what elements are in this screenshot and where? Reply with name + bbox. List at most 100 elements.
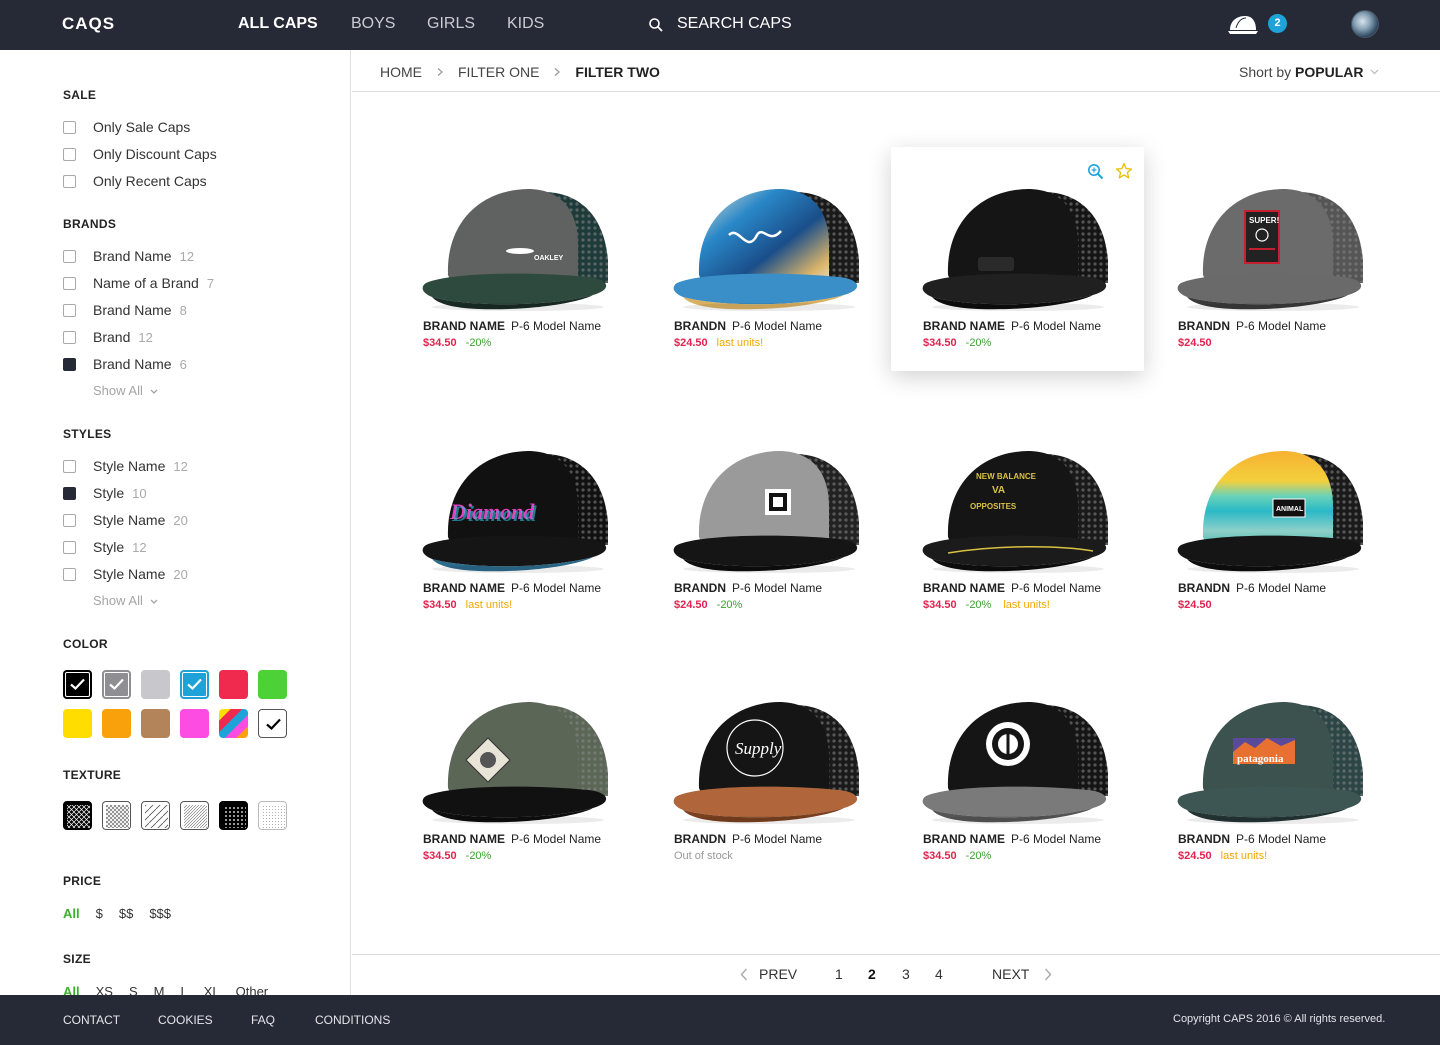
- color-swatch[interactable]: [219, 670, 248, 699]
- breadcrumb-filter-one[interactable]: FILTER ONE: [458, 64, 539, 80]
- cap-image[interactable]: [664, 427, 874, 577]
- size-option-s[interactable]: S: [129, 984, 138, 995]
- size-option-xl[interactable]: XL: [204, 984, 220, 995]
- styles-show-all[interactable]: Show All: [93, 593, 158, 608]
- pagination-page-2[interactable]: 2: [868, 966, 876, 982]
- star-icon[interactable]: [1115, 162, 1133, 185]
- texture-crosshatch-dark[interactable]: [63, 801, 92, 830]
- size-option-xs[interactable]: XS: [96, 984, 113, 995]
- zoom-icon[interactable]: [1087, 163, 1104, 185]
- style-filter-item[interactable]: Style Name 20: [63, 510, 188, 530]
- brand-filter-item[interactable]: Name of a Brand 7: [63, 273, 214, 293]
- product-image[interactable]: NEW BALANCE VA OPPOSITES: [913, 427, 1123, 573]
- product-card[interactable]: BRAND NAME P-6 Model Name $34.50 -20%: [891, 147, 1144, 371]
- price-option-mid[interactable]: $$: [119, 906, 133, 921]
- product-card[interactable]: Diamond Diamond BRAND NAME P-6 Model Name $3…: [391, 409, 644, 633]
- checkbox[interactable]: [63, 120, 76, 134]
- product-name[interactable]: BRANDN P-6 Model Name: [1178, 832, 1326, 846]
- search-icon[interactable]: [648, 17, 664, 33]
- product-card[interactable]: BRAND NAME P-6 Model Name $34.50 -20%: [391, 660, 644, 884]
- brand-filter-item[interactable]: Brand 12: [63, 327, 153, 347]
- price-option-low[interactable]: $: [96, 906, 103, 921]
- cap-image[interactable]: OAKLEY: [413, 165, 623, 315]
- product-image[interactable]: Diamond Diamond: [413, 427, 623, 573]
- product-name[interactable]: BRANDN P-6 Model Name: [674, 581, 822, 595]
- cap-image[interactable]: [913, 678, 1123, 828]
- product-card[interactable]: ANIMAL BRANDN P-6 Model Name $24.50: [1146, 409, 1399, 633]
- product-card[interactable]: BRANDN P-6 Model Name $24.50 -20%: [642, 409, 895, 633]
- product-name[interactable]: BRAND NAME P-6 Model Name: [923, 319, 1101, 333]
- color-swatch[interactable]: [180, 709, 209, 738]
- filter-only-discount[interactable]: Only Discount Caps: [63, 144, 217, 164]
- cap-image[interactable]: SUPER!: [1168, 165, 1378, 315]
- nav-boys[interactable]: BOYS: [351, 15, 395, 33]
- style-filter-item[interactable]: Style 12: [63, 537, 147, 557]
- checkbox[interactable]: [63, 567, 76, 581]
- checkbox-checked[interactable]: [63, 486, 76, 500]
- product-card[interactable]: NEW BALANCE VA OPPOSITES BRAND NAME P-6 Mode…: [891, 409, 1144, 633]
- product-name[interactable]: BRAND NAME P-6 Model Name: [923, 832, 1101, 846]
- product-image[interactable]: [913, 165, 1123, 311]
- pagination-next[interactable]: NEXT: [992, 966, 1029, 982]
- nav-all-caps[interactable]: ALL CAPS: [238, 15, 318, 33]
- checkbox[interactable]: [63, 303, 76, 317]
- checkbox[interactable]: [63, 174, 76, 188]
- product-card[interactable]: BRANDN P-6 Model Name $24.50 last units!: [642, 147, 895, 371]
- filter-only-sale[interactable]: Only Sale Caps: [63, 117, 190, 137]
- cap-cart-icon[interactable]: [1226, 14, 1260, 36]
- footer-link-cookies[interactable]: COOKIES: [158, 1013, 213, 1027]
- product-image[interactable]: Supply: [664, 678, 874, 824]
- texture-crosshatch[interactable]: [102, 801, 131, 830]
- checkbox[interactable]: [63, 147, 76, 161]
- nav-kids[interactable]: KIDS: [507, 15, 544, 33]
- color-swatch[interactable]: [258, 709, 287, 738]
- product-card[interactable]: SUPER! BRANDN P-6 Model Name $24.50: [1146, 147, 1399, 371]
- product-name[interactable]: BRANDN P-6 Model Name: [1178, 319, 1326, 333]
- cap-image[interactable]: patagonia: [1168, 678, 1378, 828]
- texture-dots-light[interactable]: [258, 801, 287, 830]
- style-filter-item[interactable]: Style Name 12: [63, 456, 188, 476]
- product-name[interactable]: BRAND NAME P-6 Model Name: [423, 581, 601, 595]
- checkbox[interactable]: [63, 330, 76, 344]
- price-option-all[interactable]: All: [63, 906, 80, 921]
- nav-girls[interactable]: GIRLS: [427, 15, 475, 33]
- brand-filter-item[interactable]: Brand Name 8: [63, 300, 187, 320]
- filter-only-recent[interactable]: Only Recent Caps: [63, 171, 207, 191]
- chevron-right-icon[interactable]: [1044, 968, 1052, 981]
- size-option-all[interactable]: All: [63, 984, 80, 995]
- checkbox-checked[interactable]: [63, 357, 76, 371]
- pagination-page-3[interactable]: 3: [902, 966, 910, 982]
- price-option-high[interactable]: $$$: [149, 906, 171, 921]
- checkbox[interactable]: [63, 249, 76, 263]
- brand-filter-item[interactable]: Brand Name 6: [63, 354, 187, 374]
- color-swatch[interactable]: [141, 670, 170, 699]
- cap-image[interactable]: Supply: [664, 678, 874, 828]
- cap-image[interactable]: ANIMAL: [1168, 427, 1378, 577]
- color-swatch[interactable]: [63, 709, 92, 738]
- size-option-m[interactable]: M: [154, 984, 165, 995]
- product-card[interactable]: patagonia BRANDN P-6 Model Name $24.50 last …: [1146, 660, 1399, 884]
- texture-diagonal-thin[interactable]: [180, 801, 209, 830]
- cap-image[interactable]: DiamondDiamond: [413, 427, 623, 577]
- product-name[interactable]: BRAND NAME P-6 Model Name: [423, 832, 601, 846]
- product-name[interactable]: BRANDN P-6 Model Name: [674, 319, 822, 333]
- product-name[interactable]: BRAND NAME P-6 Model Name: [423, 319, 601, 333]
- color-swatch[interactable]: [63, 670, 92, 699]
- sort-dropdown[interactable]: Short by POPULAR: [1239, 64, 1363, 80]
- checkbox[interactable]: [63, 513, 76, 527]
- cap-image[interactable]: [913, 165, 1123, 315]
- cap-image[interactable]: [664, 165, 874, 315]
- product-name[interactable]: BRAND NAME P-6 Model Name: [923, 581, 1101, 595]
- brand-filter-item[interactable]: Brand Name 12: [63, 246, 194, 266]
- logo[interactable]: CAQS: [62, 14, 115, 34]
- color-swatch[interactable]: [102, 709, 131, 738]
- color-swatch[interactable]: [102, 670, 131, 699]
- product-image[interactable]: [664, 165, 874, 311]
- product-image[interactable]: patagonia: [1168, 678, 1378, 824]
- checkbox[interactable]: [63, 540, 76, 554]
- product-name[interactable]: BRANDN P-6 Model Name: [674, 832, 822, 846]
- pagination-page-4[interactable]: 4: [935, 966, 943, 982]
- avatar[interactable]: [1351, 10, 1379, 38]
- texture-diagonal-wide[interactable]: [141, 801, 170, 830]
- color-swatch[interactable]: [258, 670, 287, 699]
